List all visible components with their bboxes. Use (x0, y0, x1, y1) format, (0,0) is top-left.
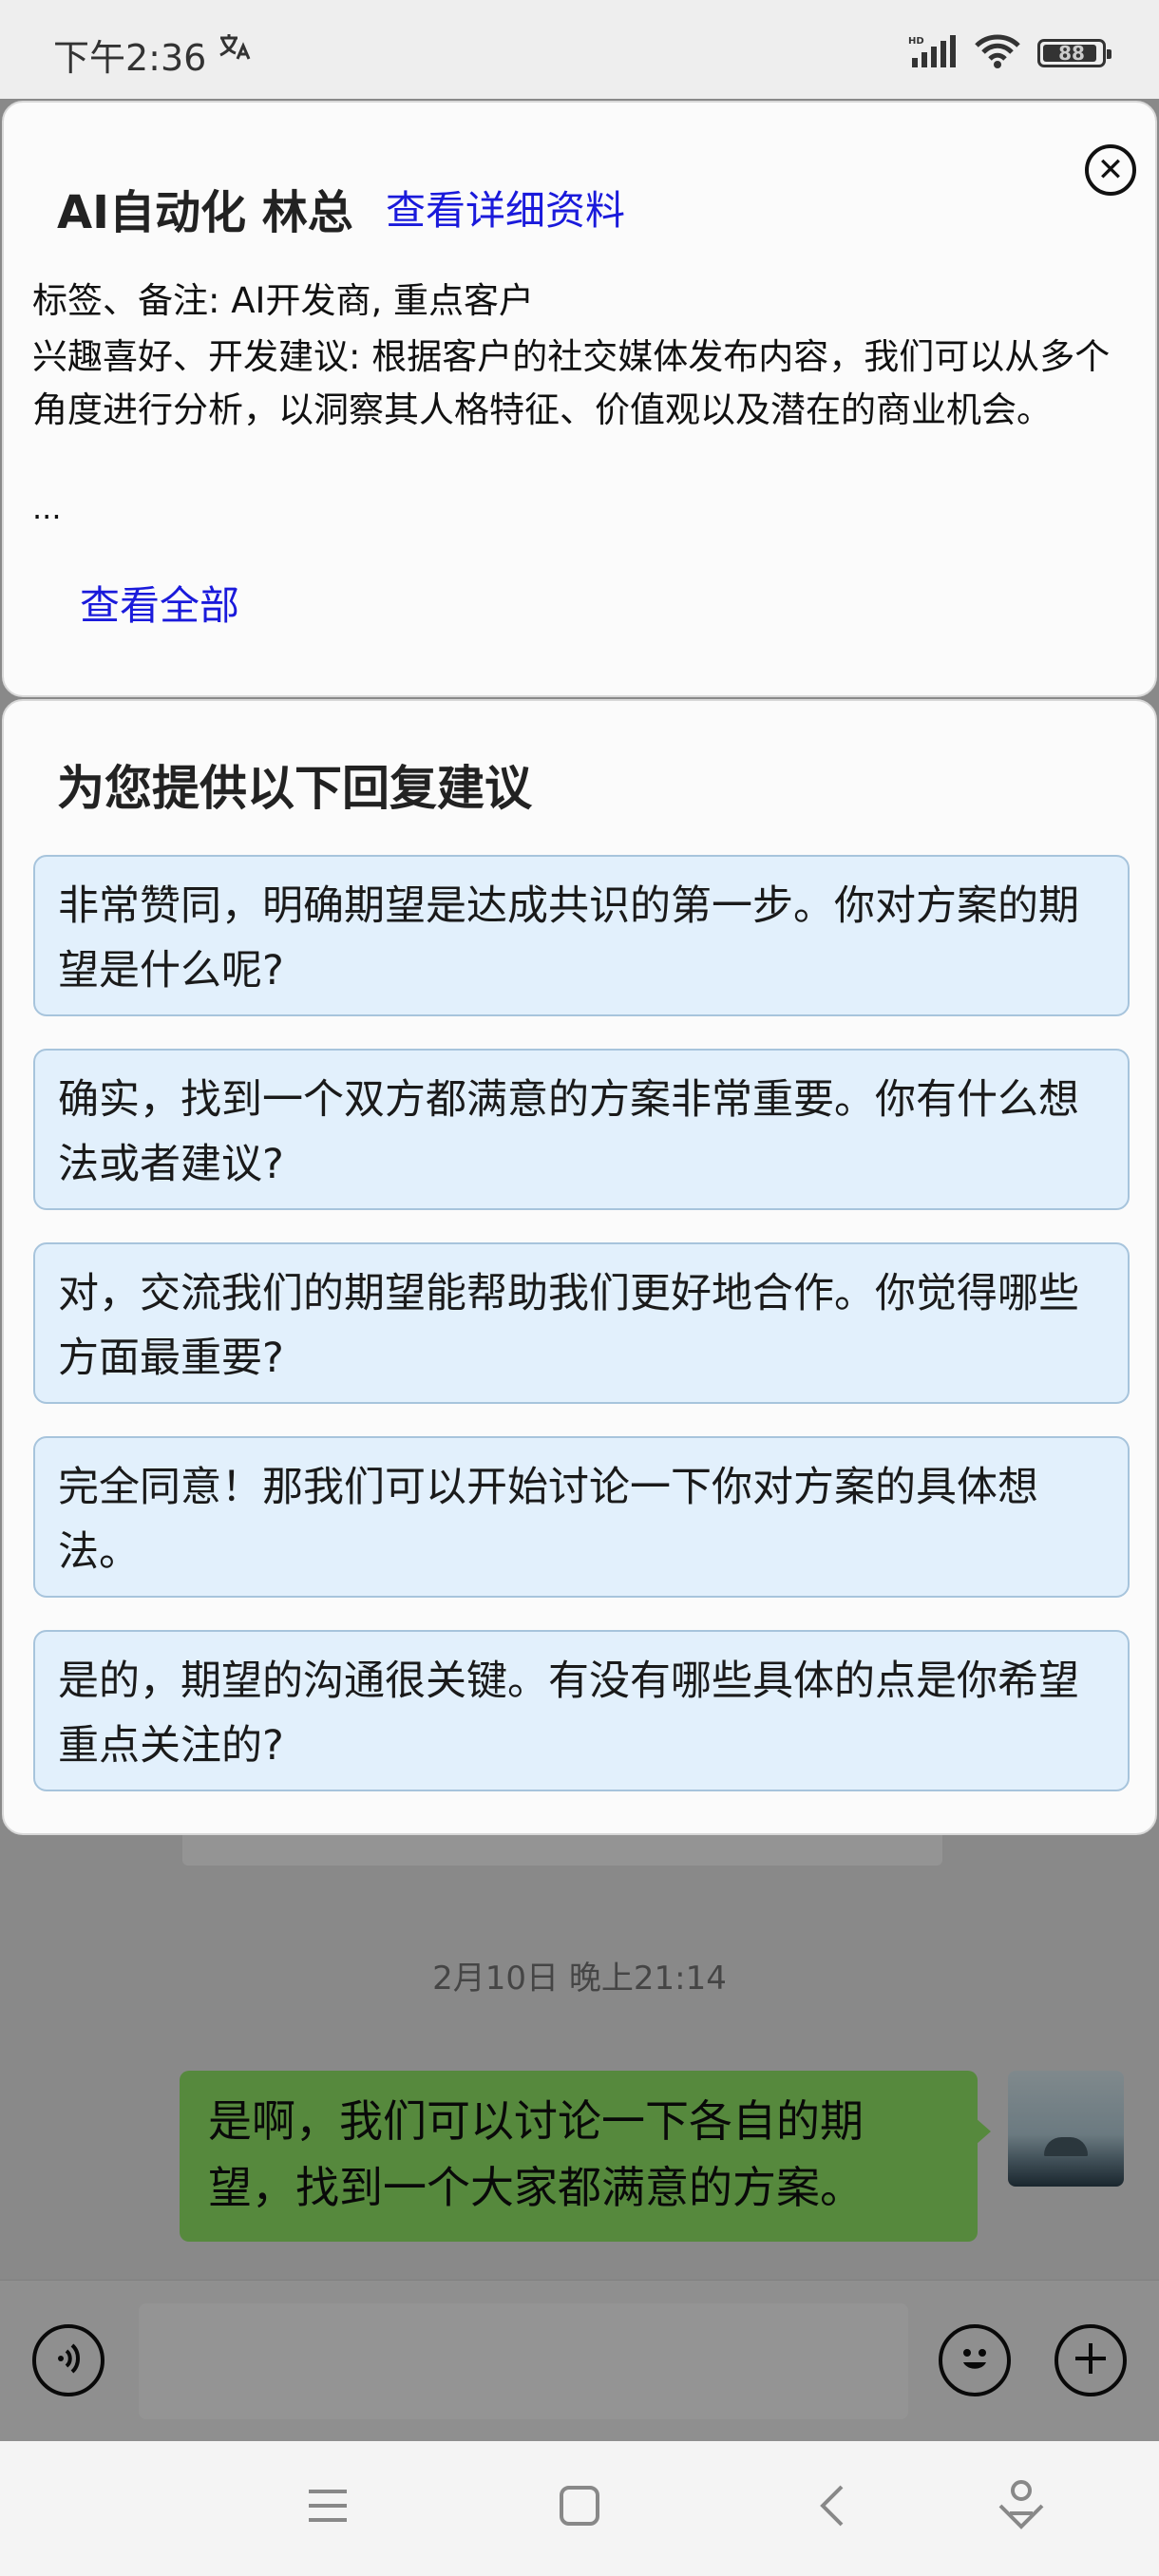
profile-ellipsis: ... (32, 490, 62, 526)
profile-interests: 兴趣喜好、开发建议: 根据客户的社交媒体发布内容，我们可以从多个角度进行分析，以… (32, 336, 1111, 430)
status-bar: 下午2:36 HD 88 (0, 0, 1159, 99)
customer-profile-card: AI自动化 林总 查看详细资料 ✕ 标签、备注: AI开发商, 重点客户 兴趣喜… (2, 101, 1157, 697)
reply-suggestions-card: 为您提供以下回复建议 非常赞同，明确期望是达成共识的第一步。你对方案的期望是什么… (2, 699, 1157, 1835)
signal-icon: HD (908, 35, 958, 71)
view-details-link[interactable]: 查看详细资料 (386, 179, 625, 237)
suggestion-item[interactable]: 完全同意！那我们可以开始讨论一下你对方案的具体想法。 (33, 1436, 1130, 1598)
status-icons: HD 88 (908, 34, 1112, 72)
close-icon: ✕ (1096, 151, 1125, 189)
back-icon (815, 2483, 847, 2532)
suggestion-item[interactable]: 是的，期望的沟通很关键。有没有哪些具体的点是你希望重点关注的? (33, 1630, 1130, 1791)
battery-icon: 88 (1037, 39, 1112, 67)
view-all-link[interactable]: 查看全部 (80, 574, 239, 632)
close-button[interactable]: ✕ (1085, 144, 1136, 196)
customer-name: AI自动化 林总 (57, 186, 353, 239)
assistant-button[interactable] (988, 2479, 1054, 2536)
suggestions-title: 为您提供以下回复建议 (57, 761, 532, 816)
menu-icon (307, 2488, 349, 2528)
status-time: 下午2:36 (53, 37, 207, 79)
suggestion-item[interactable]: 对，交流我们的期望能帮助我们更好地合作。你觉得哪些方面最重要? (33, 1242, 1130, 1404)
battery-level: 88 (1058, 42, 1085, 65)
assistant-icon (997, 2479, 1046, 2536)
system-nav-bar (0, 2441, 1159, 2576)
suggestion-item[interactable]: 确实，找到一个双方都满意的方案非常重要。你有什么想法或者建议? (33, 1049, 1130, 1210)
translate-icon (217, 32, 251, 66)
svg-text:HD: HD (908, 36, 924, 47)
home-button[interactable] (546, 2479, 613, 2536)
menu-button[interactable] (294, 2479, 361, 2536)
back-button[interactable] (798, 2479, 864, 2536)
wifi-icon (975, 34, 1020, 72)
profile-tags: 标签、备注: AI开发商, 重点客户 (32, 280, 534, 321)
suggestion-item[interactable]: 非常赞同，明确期望是达成共识的第一步。你对方案的期望是什么呢? (33, 855, 1130, 1016)
home-icon (559, 2485, 600, 2530)
